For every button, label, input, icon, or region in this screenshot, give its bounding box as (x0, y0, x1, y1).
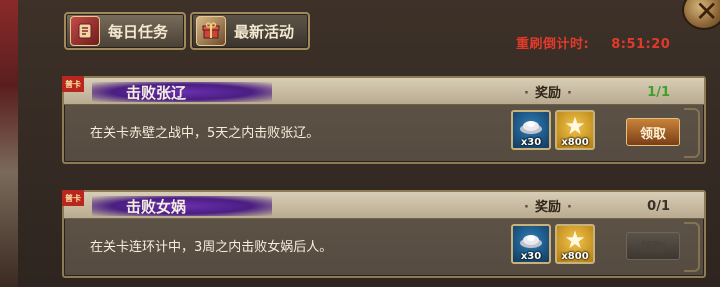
close-icon: ✕ (695, 0, 719, 28)
reward-item-silver[interactable]: x30 (511, 110, 551, 150)
task-title-text: 击败女娲 (126, 197, 187, 216)
card-rarity-ribbon: 普卡 (62, 190, 84, 206)
task-card: 普卡 击败女娲 · 奖励 · 0/1 在关卡连环计中，3周之内击败女娲后人。 x30… (62, 190, 706, 278)
refresh-countdown: 重刷倒计时: 8:51:20 (516, 33, 670, 52)
task-title-text: 击败张辽 (126, 83, 187, 102)
reward-label-text: 奖励 (534, 86, 561, 101)
task-title: 击败张辽 (92, 82, 272, 102)
reward-item-star[interactable]: ★ x800 (555, 224, 595, 264)
claim-button-disabled[interactable]: 领取 (626, 232, 680, 260)
reward-label: · 奖励 · (524, 200, 572, 215)
task-card: 普卡 击败张辽 · 奖励 · 1/1 在关卡赤壁之战中，5天之内击败张辽。 x30 … (62, 76, 706, 164)
card-rarity-ribbon: 普卡 (62, 76, 84, 92)
task-progress: 1/1 (647, 85, 670, 100)
card-corner-ornament (684, 108, 700, 158)
reward-item-silver[interactable]: x30 (511, 224, 551, 264)
task-description: 在关卡连环计中，3周之内击败女娲后人。 (90, 240, 333, 255)
refresh-label: 重刷倒计时: (516, 37, 590, 52)
task-description: 在关卡赤壁之战中，5天之内击败张辽。 (90, 126, 320, 141)
tab-latest-events-label: 最新活动 (234, 22, 295, 41)
reward-label-text: 奖励 (534, 200, 561, 215)
reward-count: x800 (561, 251, 589, 262)
silver-ingot-icon (513, 226, 549, 254)
reward-label: · 奖励 · (524, 86, 572, 101)
reward-item-star[interactable]: ★ x800 (555, 110, 595, 150)
gift-icon (196, 16, 226, 46)
scroll-icon (70, 16, 100, 46)
reward-count: x30 (520, 251, 542, 262)
tab-daily-tasks[interactable]: 每日任务 (64, 12, 186, 50)
star-icon: ★ (564, 226, 586, 254)
task-title: 击败女娲 (92, 196, 272, 216)
task-progress: 0/1 (647, 199, 670, 214)
reward-count: x30 (520, 137, 542, 148)
star-icon: ★ (564, 112, 586, 140)
close-button[interactable]: ✕ (682, 0, 720, 30)
tab-daily-tasks-label: 每日任务 (108, 22, 169, 41)
claim-button[interactable]: 领取 (626, 118, 680, 146)
tab-latest-events[interactable]: 最新活动 (190, 12, 310, 50)
silver-ingot-icon (513, 112, 549, 140)
reward-count: x800 (561, 137, 589, 148)
refresh-time: 8:51:20 (611, 37, 671, 52)
task-panel: 每日任务 最新活动 重刷倒计时: 8:51:20 ✕ 普卡 击败张辽 · 奖励 · 1… (18, 0, 720, 287)
card-corner-ornament (684, 222, 700, 272)
